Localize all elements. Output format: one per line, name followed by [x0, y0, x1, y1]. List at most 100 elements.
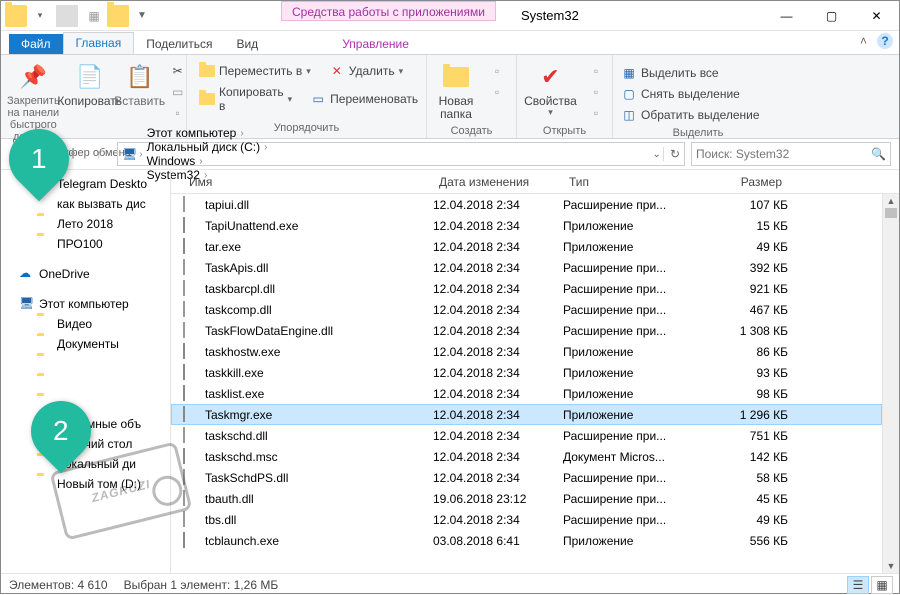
col-type[interactable]: Тип: [563, 175, 698, 189]
rename-button[interactable]: ▭Переименовать: [306, 83, 422, 115]
file-rows[interactable]: tapiui.dll12.04.2018 2:34Расширение при.…: [171, 194, 882, 573]
status-bar: Элементов: 4 610 Выбран 1 элемент: 1,26 …: [1, 573, 899, 595]
tree-item[interactable]: как вызвать дис: [1, 194, 170, 214]
copy-button[interactable]: 📄 Копировать: [66, 59, 114, 110]
easy-access-icon: ▫: [489, 84, 505, 100]
col-date[interactable]: Дата изменения: [433, 175, 563, 189]
scroll-down-icon[interactable]: ▼: [883, 559, 899, 573]
file-icon: [183, 491, 199, 507]
table-row[interactable]: taskschd.msc12.04.2018 2:34Документ Micr…: [171, 446, 882, 467]
folder-icon: [37, 376, 53, 392]
table-row[interactable]: taskbarcpl.dll12.04.2018 2:34Расширение …: [171, 278, 882, 299]
table-row[interactable]: tapiui.dll12.04.2018 2:34Расширение при.…: [171, 194, 882, 215]
nav-up-button[interactable]: ↑: [87, 142, 111, 166]
new-folder-label: Новая папка: [433, 95, 479, 121]
breadcrumb[interactable]: Windows›: [145, 154, 270, 168]
new-item-button[interactable]: ▫: [485, 61, 509, 81]
open-button[interactable]: ▫: [584, 61, 608, 81]
table-row[interactable]: tbauth.dll19.06.2018 23:12Расширение при…: [171, 488, 882, 509]
select-none-button[interactable]: ▢Снять выделение: [617, 84, 764, 104]
edit-button[interactable]: ▫: [584, 82, 608, 102]
tree-item[interactable]: Лето 2018: [1, 214, 170, 234]
folder-icon: [37, 316, 53, 332]
table-row[interactable]: Taskmgr.exe12.04.2018 2:34Приложение1 29…: [171, 404, 882, 425]
tab-share[interactable]: Поделиться: [134, 34, 224, 54]
folder-icon[interactable]: [5, 5, 27, 27]
history-button[interactable]: ▫: [584, 103, 608, 123]
tab-view[interactable]: Вид: [224, 34, 270, 54]
view-large-button[interactable]: ▦: [871, 576, 893, 594]
select-all-button[interactable]: ▦Выделить все: [617, 63, 764, 83]
search-box[interactable]: 🔍: [691, 142, 891, 166]
scroll-thumb[interactable]: [885, 208, 897, 218]
table-row[interactable]: tasklist.exe12.04.2018 2:34Приложение98 …: [171, 383, 882, 404]
select-group-label: Выделить: [617, 125, 779, 141]
copy-label: Копировать: [57, 95, 122, 108]
tree-item[interactable]: Видео: [1, 314, 170, 334]
address-bar[interactable]: 🖥 › Этот компьютер›Локальный диск (C:)›W…: [117, 142, 685, 166]
breadcrumb[interactable]: Локальный диск (C:)›: [145, 140, 270, 154]
tab-home[interactable]: Главная: [63, 32, 135, 54]
tab-manage[interactable]: Управление: [330, 34, 421, 54]
copy-to-button[interactable]: Копировать в ▾: [195, 83, 296, 115]
table-row[interactable]: tar.exe12.04.2018 2:34Приложение49 КБ: [171, 236, 882, 257]
tab-file[interactable]: Файл: [9, 34, 63, 54]
properties-icon[interactable]: ▦: [83, 5, 105, 27]
table-row[interactable]: TaskSchdPS.dll12.04.2018 2:34Расширение …: [171, 467, 882, 488]
breadcrumb[interactable]: Этот компьютер›: [145, 126, 270, 140]
tree-item[interactable]: Локальный ди: [1, 454, 170, 474]
col-name[interactable]: Имя: [183, 175, 433, 189]
qat-dropdown-icon[interactable]: ▾: [29, 5, 51, 27]
tree-item[interactable]: [1, 354, 170, 374]
qat-customize-icon[interactable]: ▼: [131, 5, 153, 27]
search-icon[interactable]: 🔍: [871, 147, 886, 161]
easy-access-button[interactable]: ▫: [485, 82, 509, 102]
addr-dropdown-icon[interactable]: ⌄: [653, 149, 661, 160]
navigation-tree[interactable]: Telegram Desktoкак вызвать дисЛето 2018П…: [1, 170, 171, 573]
pin-icon: 📌: [17, 61, 49, 93]
pc-icon: 🖥: [122, 147, 137, 161]
tree-this-pc[interactable]: 🖥Этот компьютер: [1, 294, 170, 314]
close-button[interactable]: ✕: [854, 1, 899, 30]
scroll-up-icon[interactable]: ▲: [883, 194, 899, 208]
maximize-button[interactable]: ▢: [809, 1, 854, 30]
tree-item[interactable]: Документы: [1, 334, 170, 354]
table-row[interactable]: taskkill.exe12.04.2018 2:34Приложение93 …: [171, 362, 882, 383]
tree-onedrive[interactable]: ☁OneDrive: [1, 264, 170, 284]
new-folder-button[interactable]: Новая папка: [431, 59, 481, 123]
table-row[interactable]: tbs.dll12.04.2018 2:34Расширение при...4…: [171, 509, 882, 530]
tree-item[interactable]: Новый том (D:): [1, 474, 170, 494]
delete-button[interactable]: ✕Удалить ▾: [325, 61, 407, 81]
properties-button[interactable]: ✔ Свойства ▾: [521, 59, 580, 120]
table-row[interactable]: tcblaunch.exe03.08.2018 6:41Приложение55…: [171, 530, 882, 551]
table-row[interactable]: taskcomp.dll12.04.2018 2:34Расширение пр…: [171, 299, 882, 320]
minimize-button[interactable]: —: [764, 1, 809, 30]
scrollbar[interactable]: ▲ ▼: [882, 194, 899, 573]
file-icon: [183, 533, 199, 549]
collapse-ribbon-icon[interactable]: ˄: [860, 34, 867, 48]
refresh-button[interactable]: ↻: [663, 147, 680, 161]
table-row[interactable]: TapiUnattend.exe12.04.2018 2:34Приложени…: [171, 215, 882, 236]
qat-open-icon[interactable]: [107, 5, 129, 27]
file-list: Имя Дата изменения Тип Размер tapiui.dll…: [171, 170, 899, 573]
select-none-icon: ▢: [621, 86, 637, 102]
table-row[interactable]: taskhostw.exe12.04.2018 2:34Приложение86…: [171, 341, 882, 362]
paste-button[interactable]: 📋 Вставить: [118, 59, 162, 110]
table-row[interactable]: taskschd.dll12.04.2018 2:34Расширение пр…: [171, 425, 882, 446]
tree-item[interactable]: [1, 394, 170, 414]
table-row[interactable]: TaskApis.dll12.04.2018 2:34Расширение пр…: [171, 257, 882, 278]
search-input[interactable]: [696, 147, 871, 161]
table-row[interactable]: TaskFlowDataEngine.dll12.04.2018 2:34Рас…: [171, 320, 882, 341]
rename-icon: ▭: [310, 91, 326, 107]
chevron-right-icon: ›: [240, 128, 243, 139]
help-icon[interactable]: ?: [877, 33, 893, 49]
invert-selection-button[interactable]: ◫Обратить выделение: [617, 105, 764, 125]
column-headers[interactable]: Имя Дата изменения Тип Размер: [171, 170, 899, 194]
tree-item[interactable]: ПРО100: [1, 234, 170, 254]
move-to-button[interactable]: Переместить в ▾: [195, 61, 315, 81]
col-size[interactable]: Размер: [698, 175, 788, 189]
tree-item[interactable]: [1, 374, 170, 394]
move-to-icon: [199, 63, 215, 79]
ribbon-tabs: Файл Главная Поделиться Вид Управление ˄…: [1, 31, 899, 55]
view-details-button[interactable]: ☰: [847, 576, 869, 594]
